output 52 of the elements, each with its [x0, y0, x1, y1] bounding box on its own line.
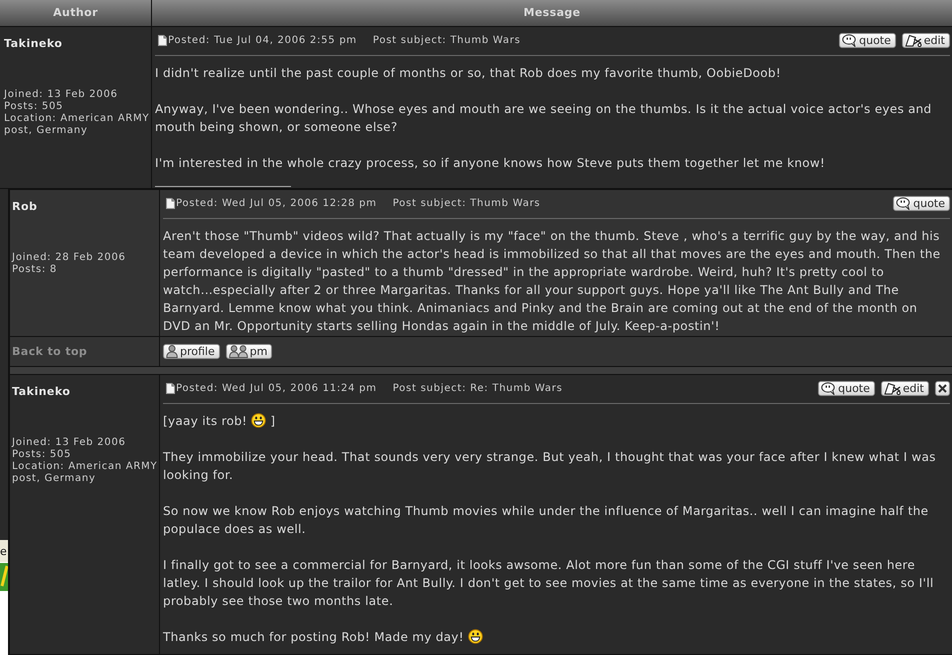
post-date: Posted: Wed Jul 05, 2006 12:28 pm — [176, 198, 377, 210]
fragment-text: e — [0, 544, 7, 558]
author-detail: Posts: 505 — [12, 449, 72, 461]
author-detail: Posts: 8 — [12, 264, 58, 276]
profile-button[interactable]: profile — [163, 344, 220, 359]
quote-button[interactable]: quote — [839, 33, 896, 48]
author-detail: Joined: 13 Feb 2006 — [4, 89, 119, 101]
post-text: So now we know Rob enjoys watching Thumb movies while under the influence of Margaritas.. well I can imagine half the populace does as well. — [163, 503, 930, 538]
speech-bubble-icon — [896, 197, 912, 210]
author-detail: Joined: 13 Feb 2006 — [12, 437, 127, 449]
edit-button[interactable]: edit — [902, 33, 950, 48]
document-icon — [166, 383, 175, 394]
author-name: Rob — [12, 200, 38, 214]
post-subject: Post subject: Thumb Wars — [372, 34, 521, 46]
post-text: I didn't realize until the past couple of months or so, that Rob does my favorite thumb, OobieDoob! — [155, 65, 782, 82]
author-name: Takineko — [4, 37, 62, 51]
smiley-icon — [251, 413, 266, 428]
smiley-icon — [468, 629, 483, 644]
post-date: Posted: Tue Jul 04, 2006 2:55 pm — [168, 34, 357, 46]
edit-button[interactable]: edit — [880, 381, 929, 396]
post-text: Thanks so much for posting Rob! Made my day! — [163, 628, 946, 646]
paper-scissors-icon — [904, 34, 922, 47]
post-text: Anyway, I've been wondering.. Whose eyes and mouth are we seeing on the thumbs. Is it the actual voice actor's eyes and mouth being shown, or someone else? — [155, 101, 933, 136]
post-text: They immobilize your head. That sounds very very strange. But yeah, I thought that was your face after I knew what I was looking for. — [163, 449, 937, 484]
quote-button[interactable]: quote — [818, 381, 875, 396]
post-subject: Post subject: Re: Thumb Wars — [392, 382, 563, 394]
person-icon — [166, 345, 178, 358]
author-detail: Location: American ARMY post, Germany — [12, 461, 158, 485]
author-detail: Joined: 28 Feb 2006 — [12, 252, 127, 264]
program-icon — [0, 562, 8, 592]
post-text: [yaay its rob! ] — [163, 412, 276, 430]
back-to-top-link[interactable]: Back to top — [12, 344, 88, 358]
speech-bubble-icon — [821, 382, 836, 395]
document-icon — [166, 198, 175, 209]
quote-button[interactable]: quote — [893, 196, 950, 211]
cross-icon — [938, 384, 947, 393]
post-text: I finally got to see a commercial for Barnyard, it looks awsome. Alot more fun than some of the CGI stuff I've seen here latley. I should look up the trailor for Ant Bully. I don't get to see movies at the same time as everyone in the states, so I'll probably see those two months late. — [163, 557, 935, 610]
two-people-icon — [228, 345, 248, 358]
delete-button[interactable] — [935, 381, 950, 396]
column-header: Message — [523, 6, 581, 20]
column-header: Author — [53, 6, 98, 20]
author-detail: Posts: 505 — [4, 101, 64, 113]
author-detail: Location: American ARMY post, Germany — [4, 113, 150, 137]
post-subject: Post subject: Thumb Wars — [392, 198, 540, 210]
post-date: Posted: Wed Jul 05, 2006 11:24 pm — [176, 382, 377, 394]
pm-button[interactable]: pm — [226, 344, 272, 359]
post-text: Aren't those "Thumb" videos wild? That actually is my "face" on the thumb. Steve , who's a terrific guy by the way, and his team developed a device in which the actor's head is immobilized so that all that moves are the eyes and mouth. Then the performance is digitally "pasted" to a thumb "dressed" in the appropriate wardrobe. Weird, huh? It's pretty cool to watch...especially after 2 or three Margaritas. Thanks for all your support guys. Hope ya'll like The Ant Bully and The Barnyard. Lemme know what you think. Animaniacs and Pinky and the Brain are coming out at the end of the month on DVD an Mr. Opportunity starts selling Hondas again in the middle of July. Keep-a-postin'! — [163, 228, 942, 335]
post-text: I'm interested in the whole crazy process, so if anyone knows how Steve puts them together let me know! — [155, 155, 826, 172]
author-name: Takineko — [12, 385, 70, 399]
speech-bubble-icon — [842, 34, 858, 47]
paper-scissors-icon — [884, 382, 901, 395]
document-icon — [158, 35, 167, 46]
